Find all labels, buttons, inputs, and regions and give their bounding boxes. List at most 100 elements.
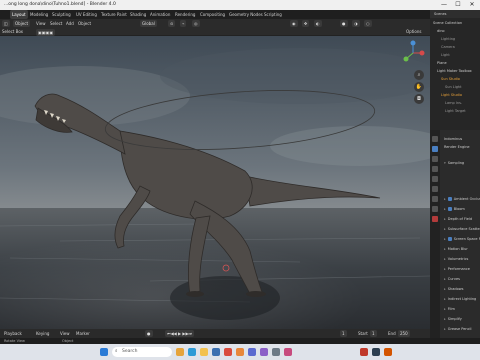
render-setting-row[interactable]: ▸ Bloom	[444, 206, 465, 213]
explorer-icon[interactable]	[200, 348, 208, 356]
outliner-item[interactable]: Plane	[437, 60, 447, 66]
checkbox-checked-icon[interactable]	[447, 207, 452, 211]
material-tab-icon[interactable]	[432, 216, 438, 222]
options-menu[interactable]: Options	[406, 28, 421, 36]
disclosure-triangle-icon[interactable]: ▸	[444, 307, 446, 311]
render-setting-row[interactable]: ▸ Screen Space Reflections	[444, 236, 480, 243]
render-engine-label[interactable]: Render Engine	[444, 144, 470, 151]
render-setting-row[interactable]: ▸ Grease Pencil	[444, 326, 471, 333]
chrome-icon[interactable]	[224, 348, 232, 356]
tab-uv-editing[interactable]: UV Editing	[76, 10, 97, 19]
shading-solid-button[interactable]: ●	[340, 20, 348, 27]
proportional-toggle[interactable]: ◎	[192, 20, 200, 27]
pan-icon[interactable]: ✋	[414, 82, 424, 92]
render-setting-row[interactable]: ▸ Ambient Occlusion	[444, 196, 480, 203]
overlay-button[interactable]: ◐	[314, 20, 322, 27]
outliner-item[interactable]: Light Maker Toolbox	[437, 68, 472, 74]
edge-icon[interactable]	[188, 348, 196, 356]
outliner-item[interactable]: Lighting	[441, 36, 455, 42]
disclosure-triangle-icon[interactable]: ▸	[444, 317, 446, 321]
task-view-icon[interactable]	[176, 348, 184, 356]
disclosure-triangle-icon[interactable]: ▸	[444, 257, 446, 261]
disclosure-triangle-icon[interactable]: ▸	[444, 217, 446, 221]
shading-material-button[interactable]: ◑	[352, 20, 360, 27]
render-setting-row[interactable]: ▸ Motion Blur	[444, 246, 468, 253]
add-menu[interactable]: Add	[66, 19, 74, 28]
disclosure-triangle-icon[interactable]: ▸	[444, 267, 446, 271]
checkbox-checked-icon[interactable]	[447, 237, 452, 241]
disclosure-triangle-icon[interactable]: ▸	[444, 297, 446, 301]
tab-rendering[interactable]: Rendering	[175, 10, 195, 19]
outliner-item[interactable]: Sun Light	[445, 84, 462, 90]
timeline-view-menu[interactable]: View	[60, 329, 70, 338]
view-layer-tab-icon[interactable]	[432, 166, 438, 172]
tool-tab-icon[interactable]	[432, 136, 438, 142]
minimize-button[interactable]: —	[437, 0, 451, 10]
disclosure-triangle-icon[interactable]: ▸	[444, 327, 446, 331]
disclosure-triangle-icon[interactable]: ▸	[444, 237, 446, 241]
outliner-item[interactable]: Scene Collection	[433, 20, 462, 26]
tray-app-icon-2[interactable]	[372, 348, 380, 356]
tab-shading[interactable]: Shading	[130, 10, 146, 19]
camera-view-icon[interactable]: ◘	[414, 94, 424, 104]
end-frame-field[interactable]: 250	[398, 330, 410, 337]
render-setting-row[interactable]: ▸ Volumetrics	[444, 256, 468, 263]
disclosure-triangle-icon[interactable]: ▸	[444, 277, 446, 281]
tab-scripting[interactable]: Scripting	[264, 10, 282, 19]
object-tab-icon[interactable]	[432, 196, 438, 202]
scene-tab-icon[interactable]	[432, 176, 438, 182]
output-tab-icon[interactable]	[432, 156, 438, 162]
tab-texture-paint[interactable]: Texture Paint	[101, 10, 127, 19]
disclosure-triangle-icon[interactable]: ▸	[444, 247, 446, 251]
render-setting-row[interactable]: ▸ Curves	[444, 276, 460, 283]
close-button[interactable]: ✕	[465, 0, 479, 10]
editor-type-button[interactable]: ◫	[2, 20, 10, 27]
render-setting-row[interactable]: ▸ Depth of Field	[444, 216, 472, 223]
outliner-item[interactable]: Light Target	[445, 108, 466, 114]
render-tab-icon[interactable]	[432, 146, 438, 152]
tab-compositing[interactable]: Compositing	[200, 10, 225, 19]
checkbox-checked-icon[interactable]	[447, 197, 452, 201]
modifier-tab-icon[interactable]	[432, 206, 438, 212]
app-icon[interactable]	[284, 348, 292, 356]
render-setting-row[interactable]: ▸ Simplify	[444, 316, 462, 323]
outliner-item[interactable]: dino	[437, 28, 445, 34]
render-setting-row[interactable]: ▸ Indirect Lighting	[444, 296, 476, 303]
navigation-gizmo[interactable]	[400, 40, 426, 66]
orientation-dropdown[interactable]: Global	[140, 20, 157, 27]
start-frame-field[interactable]: 1	[370, 330, 377, 337]
render-setting-row[interactable]: ▸Subsurface Scattering	[444, 226, 480, 233]
taskbar-search-input[interactable]: ⌕ Search	[112, 347, 172, 357]
record-button[interactable]: ●	[145, 330, 153, 337]
snap-toggle[interactable]: ⌁	[180, 20, 187, 27]
gizmo-button[interactable]: ✥	[302, 20, 310, 27]
tray-app-icon[interactable]	[360, 348, 368, 356]
outliner-item[interactable]: Light Studio	[441, 92, 462, 98]
settings-icon[interactable]	[272, 348, 280, 356]
outliner-item[interactable]: Camera	[441, 44, 455, 50]
drag-label[interactable]: Select Box	[2, 28, 23, 36]
store-icon[interactable]	[212, 348, 220, 356]
tray-app-icon-3[interactable]	[384, 348, 392, 356]
tab-layout[interactable]: Layout	[10, 10, 28, 19]
disclosure-triangle-icon[interactable]: ▸	[444, 197, 446, 201]
3d-viewport[interactable]: ⌕ ✋ ◘	[0, 36, 430, 329]
mail-icon[interactable]	[248, 348, 256, 356]
outliner-item[interactable]: Lamp Ins.	[445, 100, 462, 106]
tab-modeling[interactable]: Modeling	[30, 10, 48, 19]
pivot-dropdown[interactable]: ⊙	[168, 20, 176, 27]
select-mode-buttons[interactable]: ▣▣▣▣	[36, 28, 56, 36]
disclosure-triangle-icon[interactable]: ▸	[444, 207, 446, 211]
disclosure-triangle-icon[interactable]: ▸	[444, 287, 446, 291]
keying-menu[interactable]: Keying	[36, 329, 49, 338]
disclosure-triangle-icon[interactable]: ▸	[444, 227, 446, 231]
tab-sculpting[interactable]: Sculpting	[52, 10, 71, 19]
photos-icon[interactable]	[260, 348, 268, 356]
outliner-item[interactable]: Light	[441, 52, 450, 58]
blender-icon[interactable]	[236, 348, 244, 356]
tab-animation[interactable]: Animation	[150, 10, 170, 19]
mode-dropdown[interactable]: Object	[13, 20, 31, 27]
object-menu[interactable]: Object	[78, 19, 91, 28]
world-tab-icon[interactable]	[432, 186, 438, 192]
zoom-icon[interactable]: ⌕	[414, 70, 424, 80]
